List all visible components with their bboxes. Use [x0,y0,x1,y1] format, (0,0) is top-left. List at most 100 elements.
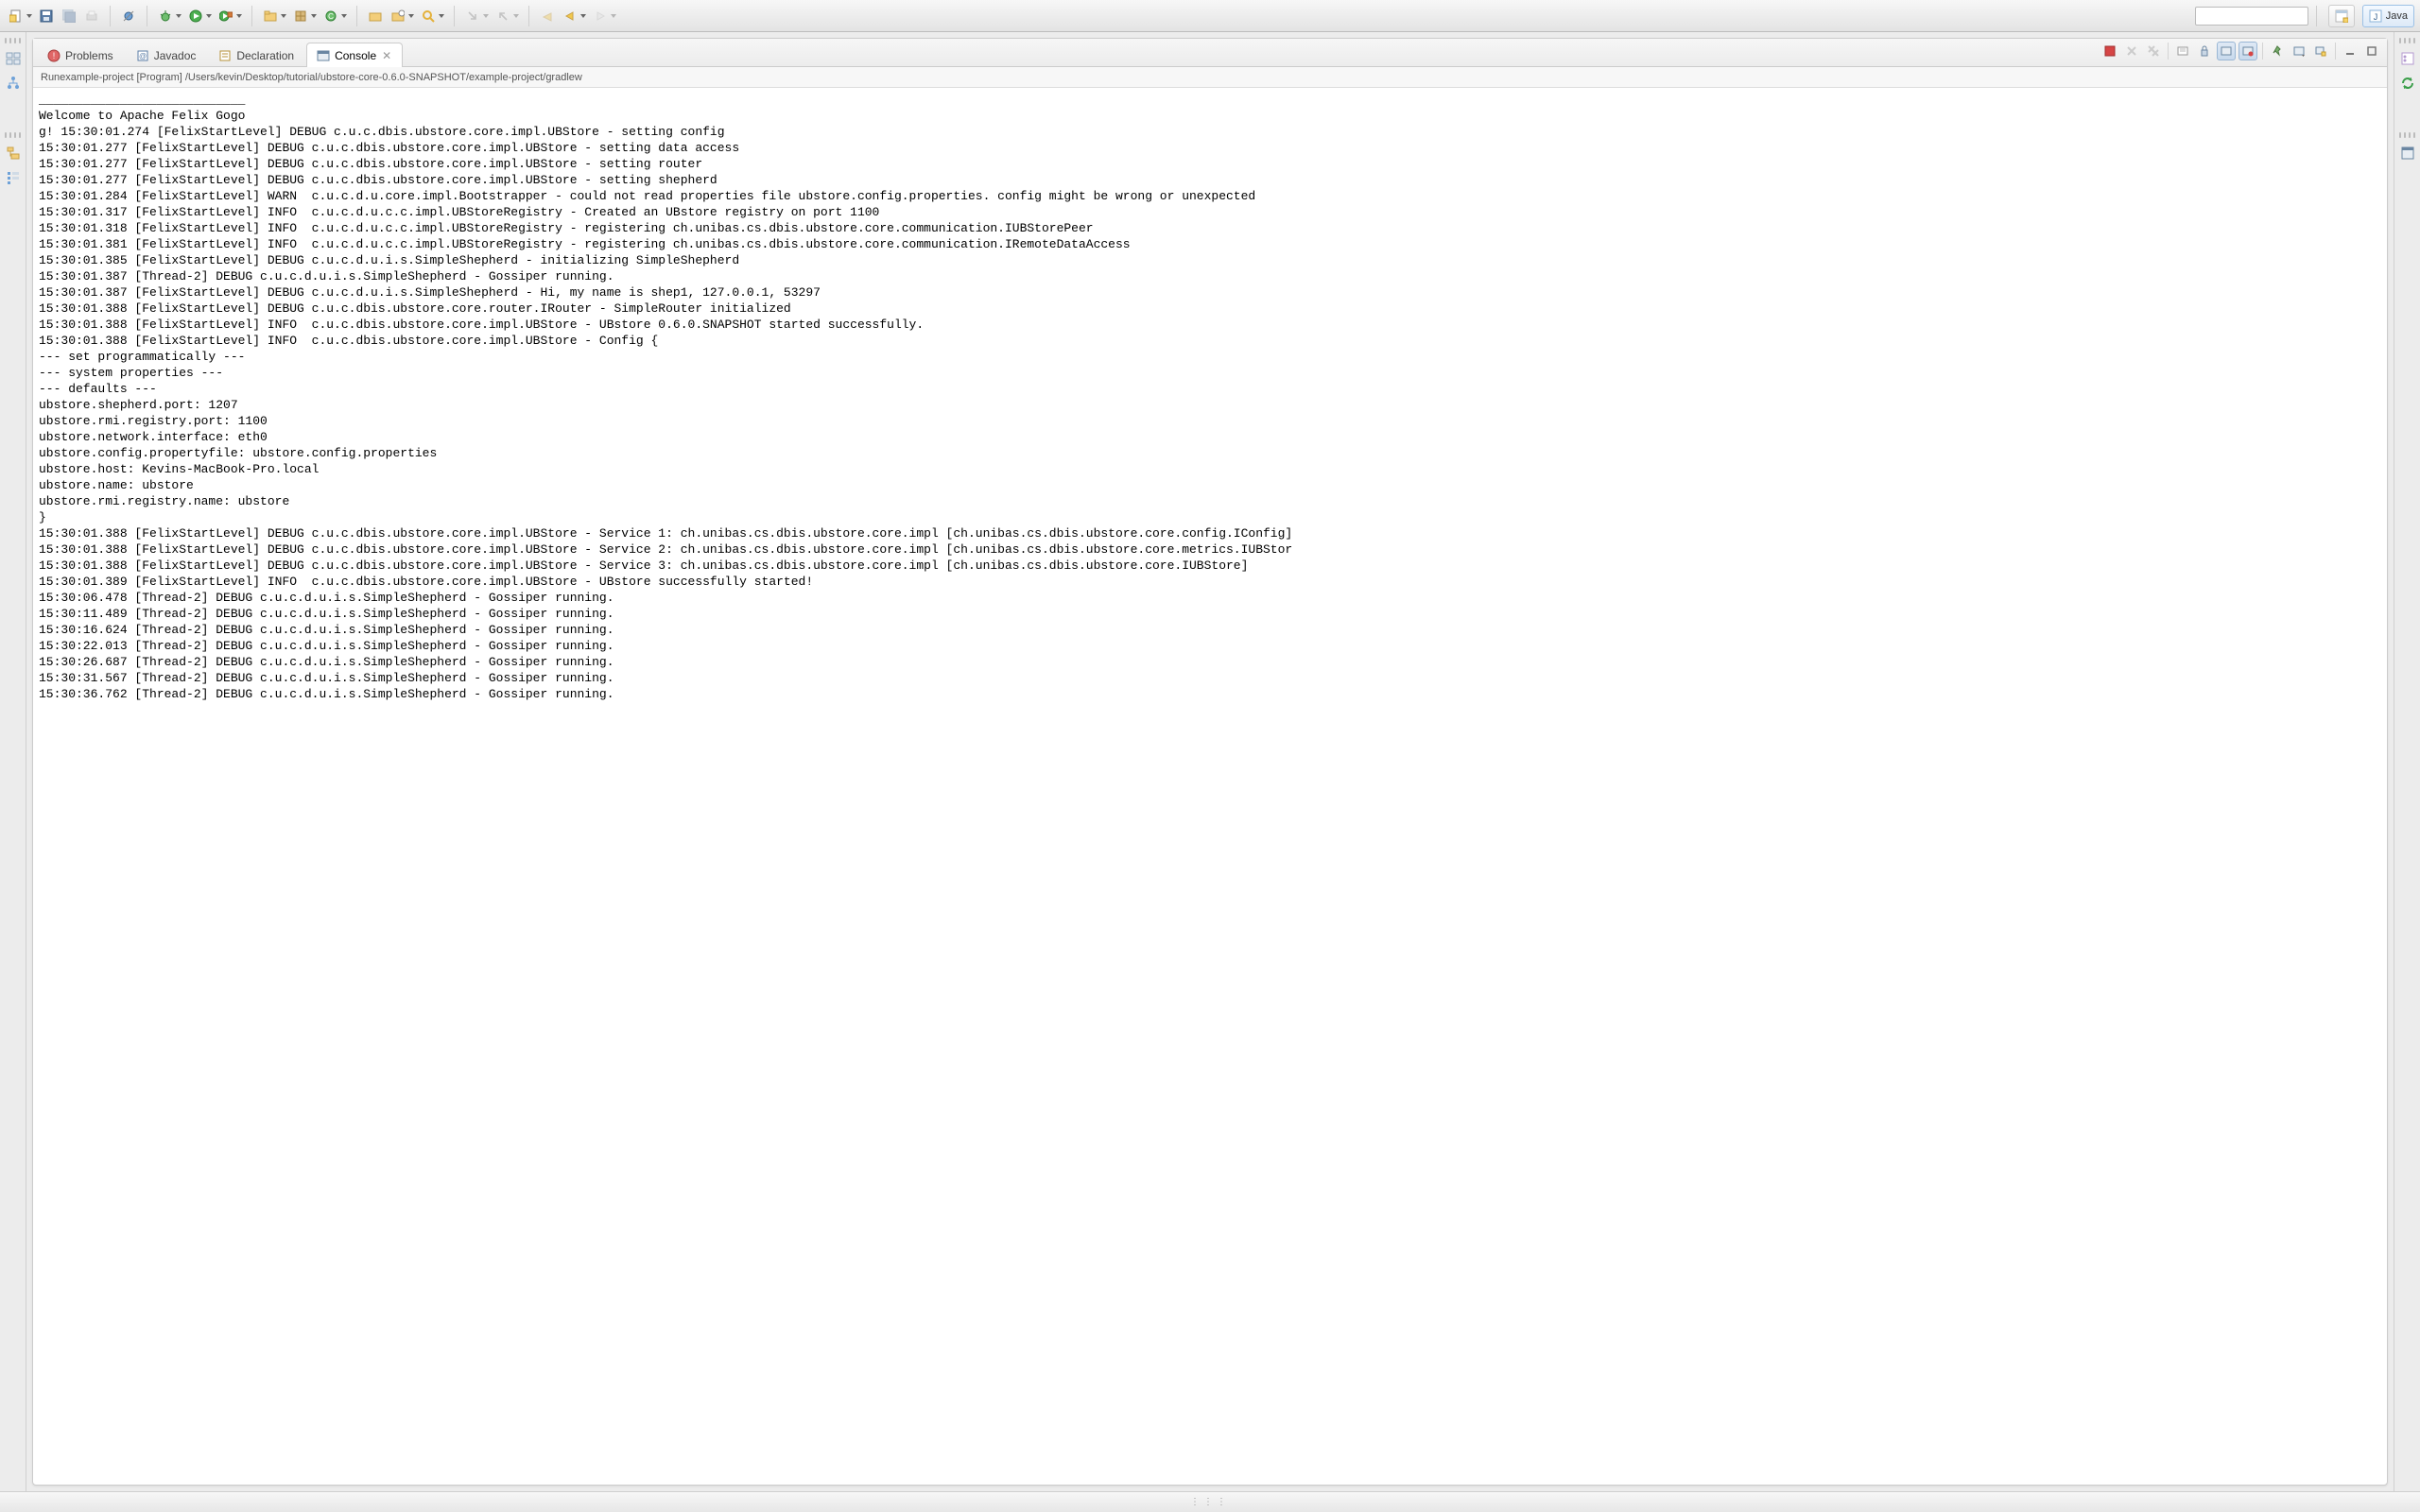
console-line: 15:30:01.381 [FelixStartLevel] INFO c.u.… [39,236,2381,252]
right-trim-stack [2394,32,2420,1491]
console-line: --- defaults --- [39,381,2381,397]
outline-right-trim[interactable] [2398,144,2417,163]
new-java-project-button[interactable] [260,6,281,26]
pin-console-button[interactable] [2268,42,2287,60]
console-toolbar [2100,42,2381,60]
run-button[interactable] [185,6,206,26]
console-line: 15:30:01.387 [Thread-2] DEBUG c.u.c.d.u.… [39,268,2381,284]
console-line: 15:30:01.318 [FelixStartLevel] INFO c.u.… [39,220,2381,236]
search-icon [422,9,435,23]
console-line: 15:30:36.762 [Thread-2] DEBUG c.u.c.d.u.… [39,686,2381,702]
console-line: 15:30:01.388 [FelixStartLevel] DEBUG c.u… [39,301,2381,317]
console-line: ubstore.network.interface: eth0 [39,429,2381,445]
next-annotation-button[interactable] [462,6,483,26]
view-tabs: ! Problems @ Javadoc Declaration Console… [33,39,2387,67]
show-on-stdout-button[interactable] [2217,42,2236,60]
trim-handle[interactable] [2399,38,2416,43]
display-selected-console-button[interactable] [2290,42,2308,60]
arrow-down-right-icon [466,9,479,23]
package-explorer-trim[interactable] [4,49,23,68]
maximize-view-button[interactable] [2362,42,2381,60]
console-line: 15:30:01.388 [FelixStartLevel] DEBUG c.u… [39,525,2381,541]
console-line: g! 15:30:01.274 [FelixStartLevel] DEBUG … [39,124,2381,140]
open-console-button[interactable] [2311,42,2330,60]
console-icon [317,49,330,62]
show-stderr-icon [2242,45,2254,57]
back-button[interactable] [560,6,580,26]
open-type-button[interactable] [365,6,386,26]
search-button[interactable] [418,6,439,26]
console-line: ubstore.name: ubstore [39,477,2381,493]
tab-console[interactable]: Console ✕ [306,43,403,67]
forward-button[interactable] [590,6,611,26]
run-external-button[interactable] [216,6,236,26]
show-stdout-icon [2221,45,2232,57]
open-perspective-button[interactable] [2328,5,2355,27]
new-class-button[interactable]: C [320,6,341,26]
maximize-icon [2366,45,2377,57]
toolbar-separator [2262,43,2263,60]
console-output[interactable]: ____________________________Welcome to A… [33,88,2387,1485]
trim-handle[interactable] [5,38,22,43]
minimize-view-button[interactable] [2341,42,2360,60]
new-button[interactable] [6,6,26,26]
workbench: ! Problems @ Javadoc Declaration Console… [0,32,2420,1491]
trim-handle[interactable] [2399,132,2416,138]
open-task-button[interactable] [388,6,408,26]
task-list-trim[interactable] [2398,49,2417,68]
tab-problems[interactable]: ! Problems [37,43,124,67]
console-line: ubstore.rmi.registry.port: 1100 [39,413,2381,429]
clear-console-button[interactable] [2173,42,2192,60]
terminate-button[interactable] [2100,42,2119,60]
console-line: 15:30:01.387 [FelixStartLevel] DEBUG c.u… [39,284,2381,301]
arrow-left-icon [563,9,577,23]
debug-button[interactable] [155,6,176,26]
new-package-button[interactable] [290,6,311,26]
save-button[interactable] [36,6,57,26]
console-select-icon [2293,45,2305,57]
main-toolbar: C [0,0,2420,32]
scroll-lock-button[interactable] [2195,42,2214,60]
quick-access-input[interactable] [2195,7,2308,26]
run-icon [189,9,202,23]
java-perspective-button[interactable]: J Java [2362,5,2414,27]
save-icon [40,9,53,23]
show-on-stderr-button[interactable] [2238,42,2257,60]
tab-declaration[interactable]: Declaration [208,43,304,67]
trim-handle[interactable] [5,132,22,138]
console-line: ____________________________ [39,92,2381,108]
close-icon[interactable]: ✕ [381,50,392,61]
java-perspective-icon: J [2369,9,2382,23]
toolbar-separator [2335,43,2336,60]
problems-icon: ! [47,49,60,62]
arrow-right-icon [594,9,607,23]
last-edit-button[interactable] [537,6,558,26]
hierarchy-icon [6,76,21,91]
last-edit-icon [541,9,554,23]
package-icon [294,9,307,23]
console-line: 15:30:11.489 [Thread-2] DEBUG c.u.c.d.u.… [39,606,2381,622]
class-icon: C [324,9,337,23]
sync-trim[interactable] [2398,74,2417,93]
navigator-trim[interactable] [4,144,23,163]
folder-tree-icon [6,146,21,161]
type-hierarchy-trim[interactable] [4,74,23,93]
console-line: ubstore.rmi.registry.name: ubstore [39,493,2381,509]
remove-all-icon [2148,45,2159,57]
tab-javadoc[interactable]: @ Javadoc [126,43,207,67]
toolbar-separator [2316,6,2317,26]
outline-trim[interactable] [4,168,23,187]
remove-all-button[interactable] [2144,42,2163,60]
toolbar-separator [356,6,357,26]
console-line: --- system properties --- [39,365,2381,381]
console-line: 15:30:31.567 [Thread-2] DEBUG c.u.c.d.u.… [39,670,2381,686]
toolbar-separator [251,6,252,26]
save-all-button[interactable] [59,6,79,26]
print-button[interactable] [81,6,102,26]
remove-launch-button[interactable] [2122,42,2141,60]
prev-annotation-button[interactable] [493,6,513,26]
console-line: 15:30:01.389 [FelixStartLevel] INFO c.u.… [39,574,2381,590]
sync-icon [2400,76,2415,91]
skip-breakpoints-button[interactable] [118,6,139,26]
minimize-icon [2344,45,2356,57]
